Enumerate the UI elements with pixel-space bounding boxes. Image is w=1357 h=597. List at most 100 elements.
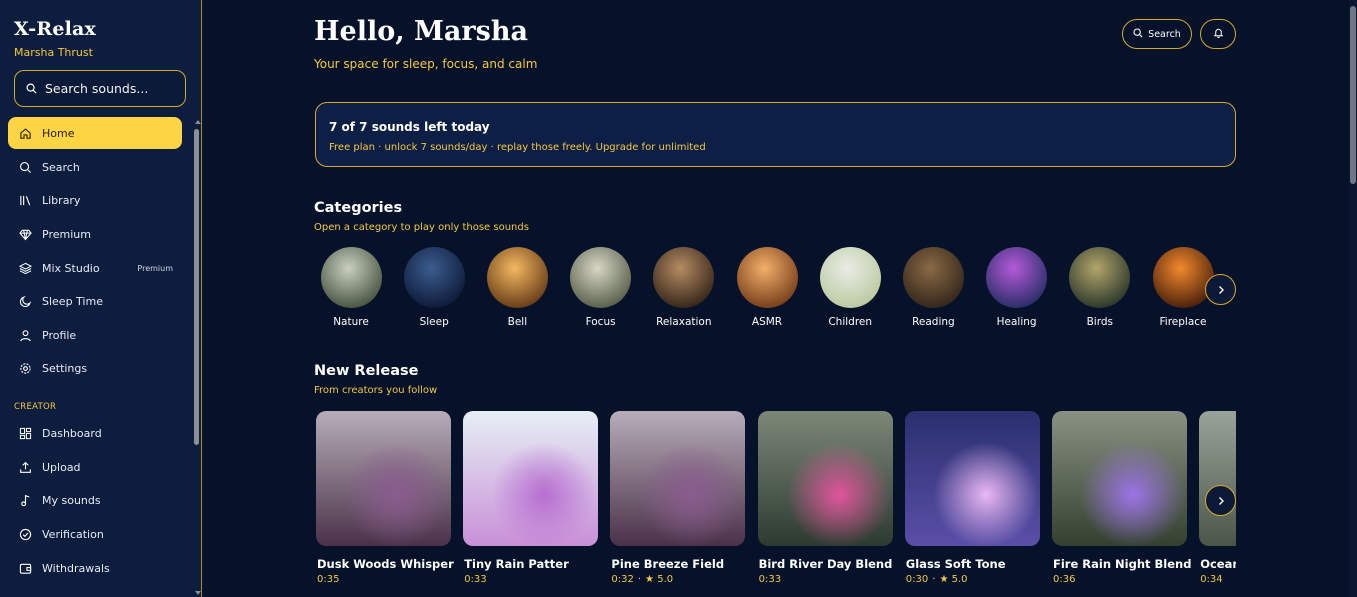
sound-card[interactable]: Pine Breeze Field 0:32 · ★ 5.0 <box>610 411 746 585</box>
sidebar-item-premium[interactable]: Premium <box>8 218 182 250</box>
user-icon <box>18 328 32 342</box>
sound-artwork <box>316 411 451 546</box>
category-label: Reading <box>912 316 955 328</box>
sound-artwork <box>610 411 746 546</box>
categories-next-button[interactable] <box>1205 274 1236 305</box>
sidebar-item-label: Library <box>42 193 81 207</box>
meta-separator: · <box>932 574 936 585</box>
category-image <box>902 247 964 308</box>
sidebar-item-label: Premium <box>42 227 91 241</box>
music-note-icon <box>18 493 32 507</box>
sound-duration: 0:32 <box>611 574 634 585</box>
scrollbar-thumb[interactable] <box>194 129 199 445</box>
sound-title: Tiny Rain Patter <box>464 557 569 571</box>
sound-rating: 5.0 <box>657 574 674 585</box>
category-image <box>486 247 548 308</box>
sidebar-item-label: Verification <box>42 527 104 541</box>
sound-card[interactable]: Dusk Woods Whisper 0:35 <box>316 411 454 585</box>
categories-title: Categories <box>314 200 403 216</box>
layers-icon <box>18 261 32 275</box>
sound-card[interactable]: Fire Rain Night Blend 0:36 <box>1052 411 1191 585</box>
sidebar-item-home[interactable]: Home <box>8 117 182 149</box>
sidebar-item-upload[interactable]: Upload <box>8 451 182 483</box>
category-image <box>653 247 715 308</box>
sidebar-item-verification[interactable]: Verification <box>8 518 182 550</box>
sound-duration: 0:35 <box>317 574 340 585</box>
page-title: Hello, Marsha <box>314 16 528 47</box>
sidebar-item-withdrawals[interactable]: Withdrawals <box>8 552 182 584</box>
category-label: Focus <box>585 316 616 328</box>
category-label: ASMR <box>751 316 783 328</box>
category-label: Sleep <box>419 316 449 328</box>
library-icon <box>18 193 32 207</box>
page-subtitle: Your space for sleep, focus, and calm <box>314 57 538 71</box>
sound-duration: 0:36 <box>1053 574 1076 585</box>
new-release-next-button[interactable] <box>1205 485 1236 516</box>
sound-card[interactable]: Tiny Rain Patter 0:33 <box>463 411 599 585</box>
sidebar-item-label: My sounds <box>42 493 101 507</box>
category-item[interactable]: Relaxation <box>651 247 717 328</box>
banner-title: 7 of 7 sounds left today <box>329 120 490 134</box>
category-item[interactable]: Reading <box>900 247 966 328</box>
sidebar-item-label: Settings <box>42 361 88 375</box>
notifications-button[interactable] <box>1200 19 1236 49</box>
sidebar-item-settings[interactable]: Settings <box>8 352 182 384</box>
moon-icon <box>18 294 32 308</box>
category-item[interactable]: Sleep <box>401 247 467 328</box>
meta-separator: · <box>637 574 642 585</box>
category-item[interactable]: Nature <box>318 247 384 328</box>
categories-subtitle: Open a category to play only those sound… <box>314 222 529 233</box>
category-label: Children <box>828 316 873 328</box>
sidebar-item-profile[interactable]: Profile <box>8 319 182 351</box>
category-item[interactable]: Focus <box>568 247 634 328</box>
creator-section-label: CREATOR <box>14 402 57 412</box>
sidebar-item-mix-studio[interactable]: Mix Studio Premium <box>8 252 182 284</box>
banner-subtitle: Free plan · unlock 7 sounds/day · replay… <box>329 142 706 153</box>
category-image <box>570 247 632 308</box>
wallet-icon <box>18 561 32 575</box>
sound-card[interactable]: Glass Soft Tone 0:30 · ★ 5.0 <box>904 411 1040 585</box>
category-label: Healing <box>996 316 1037 328</box>
search-placeholder: Search sounds... <box>45 81 149 96</box>
sidebar-item-label: Upload <box>42 460 81 474</box>
header-search-button[interactable]: Search <box>1122 19 1192 49</box>
scroll-up-arrow[interactable] <box>195 120 201 124</box>
category-image <box>320 247 382 308</box>
sound-card[interactable]: Bird River Day Blend 0:33 <box>757 411 893 585</box>
sidebar-item-search[interactable]: Search <box>8 151 182 183</box>
sound-title: Bird River Day Blend <box>758 557 893 571</box>
sound-meta: 0:33 <box>463 574 598 585</box>
category-item[interactable]: Children <box>817 247 883 328</box>
category-item[interactable]: Healing <box>984 247 1050 328</box>
sidebar-scrollbar[interactable] <box>194 120 201 597</box>
category-item[interactable]: Birds <box>1067 247 1133 328</box>
new-release-subtitle: From creators you follow <box>314 385 438 396</box>
sound-meta: 0:36 <box>1052 574 1187 585</box>
sidebar-item-my-sounds[interactable]: My sounds <box>8 484 182 516</box>
sidebar-item-library[interactable]: Library <box>8 184 182 216</box>
category-item[interactable]: ASMR <box>734 247 800 328</box>
sidebar-item-label: Withdrawals <box>42 561 110 575</box>
sidebar-item-sleep-time[interactable]: Sleep Time <box>8 285 182 317</box>
scrollbar-thumb[interactable] <box>1350 6 1356 184</box>
search-icon <box>18 160 32 174</box>
home-icon <box>18 126 32 140</box>
brand-logo[interactable]: X-Relax <box>14 18 96 40</box>
main-scrollbar[interactable] <box>1349 0 1357 597</box>
category-label: Bell <box>507 316 528 328</box>
user-name: Marsha Thrust <box>14 46 93 59</box>
star-icon: ★ <box>939 574 952 585</box>
category-item[interactable]: Bell <box>484 247 550 328</box>
category-label: Birds <box>1086 316 1113 328</box>
category-image <box>736 247 798 308</box>
diamond-icon <box>18 227 32 241</box>
sound-meta: 0:34 <box>1199 574 1236 585</box>
category-label: Relaxation <box>656 316 712 328</box>
bell-icon <box>1213 27 1224 41</box>
sidebar-search-input[interactable]: Search sounds... <box>14 70 186 107</box>
sidebar-item-dashboard[interactable]: Dashboard <box>8 417 182 449</box>
sidebar-item-label: Search <box>42 160 80 174</box>
scroll-down-arrow[interactable] <box>195 591 201 595</box>
sound-title: Ocean <box>1200 557 1236 571</box>
plan-banner[interactable]: 7 of 7 sounds left today Free plan · unl… <box>315 102 1236 167</box>
